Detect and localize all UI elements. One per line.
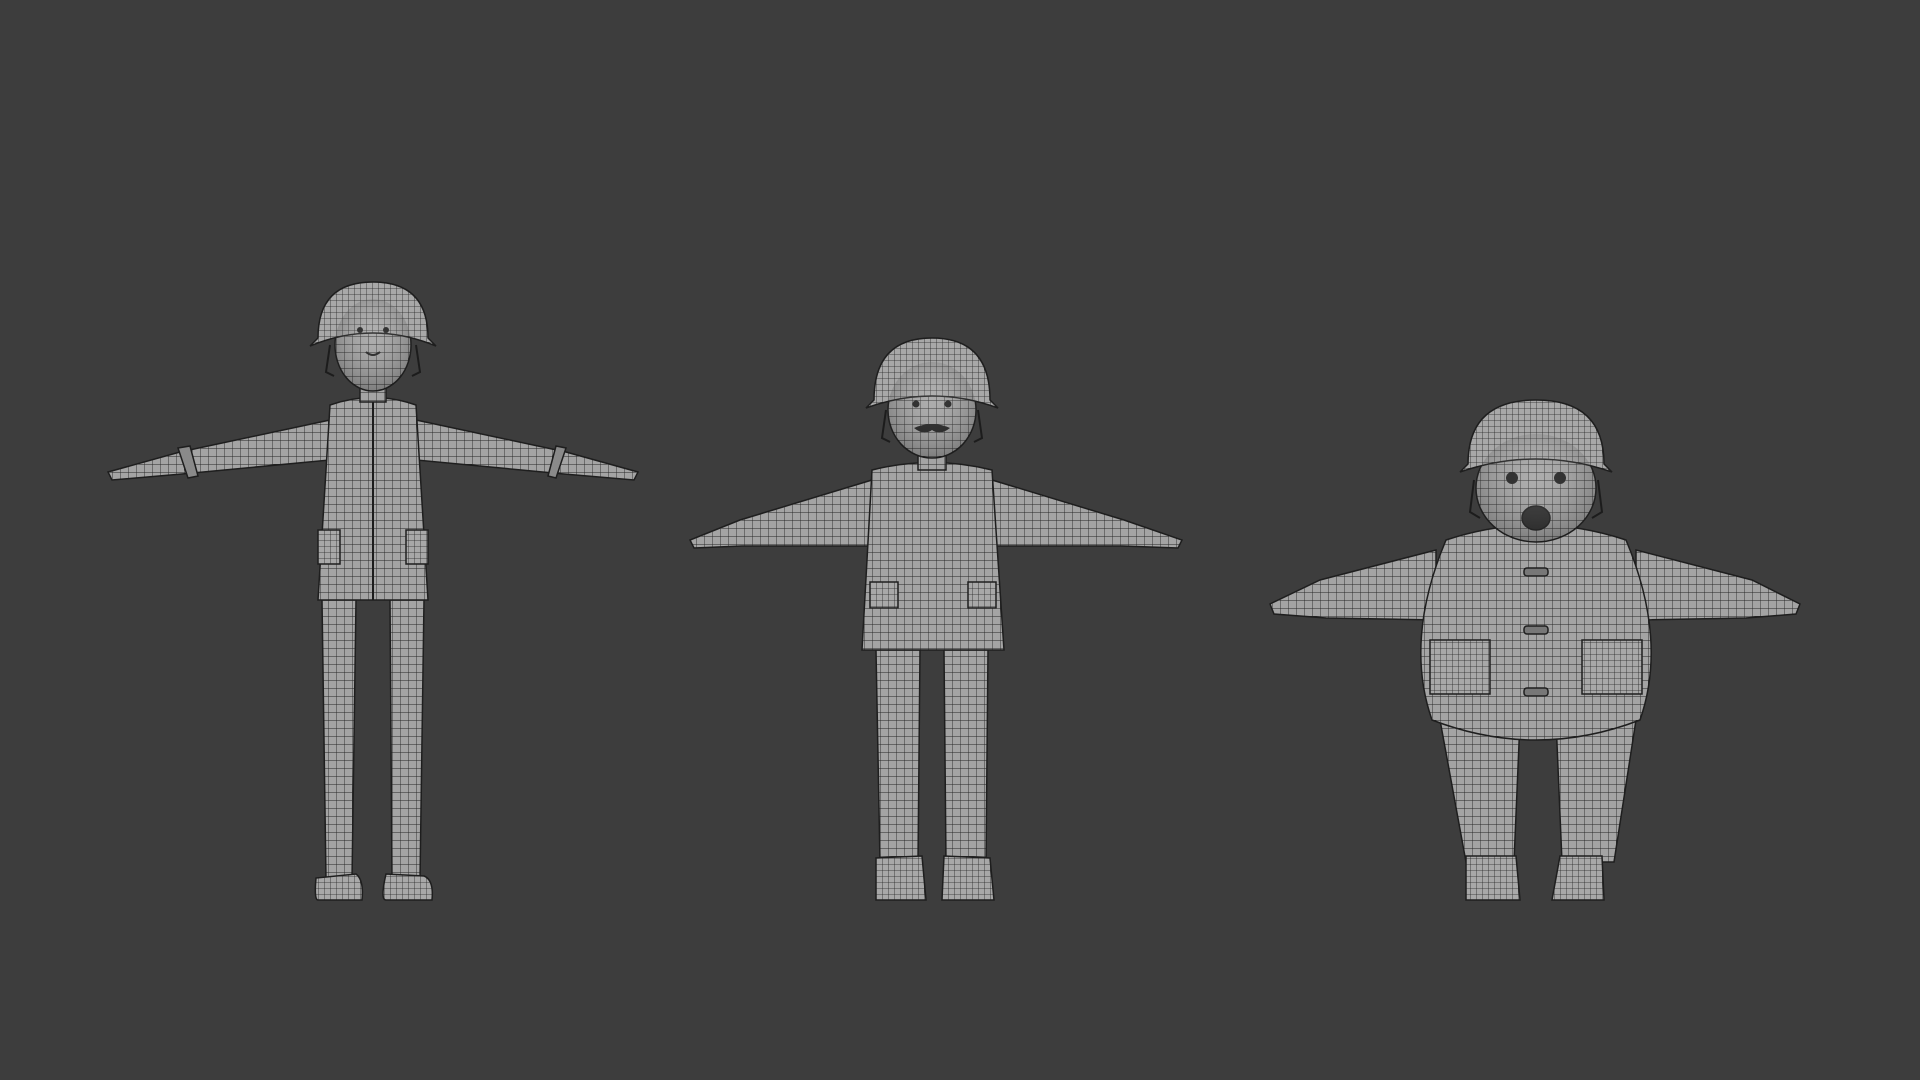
left-arm <box>688 478 873 549</box>
left-arm <box>1269 549 1437 621</box>
wireframe-scene <box>106 281 1801 901</box>
left-shoe <box>875 855 927 901</box>
left-leg <box>1439 719 1521 863</box>
heavy-character[interactable] <box>1269 399 1801 901</box>
left-arm <box>106 419 331 481</box>
sweater <box>861 461 1005 651</box>
right-leg <box>943 649 989 863</box>
left-shoe <box>1465 855 1521 901</box>
left-shoe <box>314 873 364 901</box>
right-leg <box>389 599 425 881</box>
medium-character[interactable] <box>688 337 1184 901</box>
left-leg <box>321 599 357 881</box>
right-arm <box>415 419 640 481</box>
right-arm <box>991 478 1184 549</box>
left-leg <box>875 649 921 863</box>
right-shoe <box>941 855 995 901</box>
right-arm <box>1635 549 1801 621</box>
right-leg <box>1555 719 1637 863</box>
right-shoe <box>1551 855 1605 901</box>
tall-thin-character[interactable] <box>106 281 640 901</box>
3d-viewport[interactable] <box>0 0 1920 1080</box>
right-shoe <box>382 873 434 901</box>
